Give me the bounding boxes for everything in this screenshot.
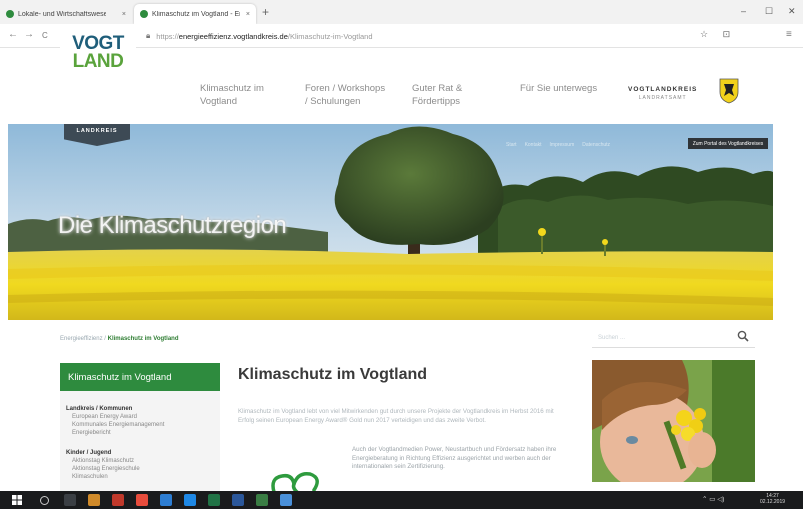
hero-banner: Die Klimaschutzregion Start Kontakt Impr…	[8, 124, 773, 320]
browser-tab[interactable]: Lokale- und Wirtschaftswesen - V... ×	[0, 4, 132, 24]
page-title: Klimaschutz im Vogtland	[238, 366, 428, 383]
tab-close-icon[interactable]: ×	[246, 11, 250, 18]
search-input[interactable]: Suchen ...	[598, 335, 625, 341]
app-icon[interactable]	[112, 494, 124, 506]
search-icon[interactable]	[737, 330, 749, 345]
menu-label: / Schulungen	[305, 96, 361, 107]
url-host: energieeffizienz.vogtlandkreis.de	[178, 31, 288, 41]
tab-title: Klimaschutz im Vogtland - Ene...	[152, 10, 240, 18]
clover-logo-icon	[271, 471, 319, 493]
tab-title: Lokale- und Wirtschaftswesen - V...	[18, 10, 106, 18]
lock-icon: 🔒︎	[146, 31, 151, 40]
body-text: Auch der Vogtlandmedien Power, Neustartb…	[352, 446, 557, 470]
logo-wordmark: VOGT LAND	[60, 30, 136, 76]
sidenav-item[interactable]: Aktionstag Energieschule	[72, 466, 140, 473]
sidenav-group-title[interactable]: Landkreis / Kommunen	[66, 406, 132, 413]
county-logo[interactable]: VOGTLANDKREIS LANDRATSAMT	[628, 86, 697, 102]
menu-label: Für Sie unterwegs	[520, 83, 598, 94]
menu-item-foren[interactable]: Foren / Workshops / Schulungen	[305, 82, 385, 108]
browser-menu-icon[interactable]: ≡	[786, 29, 792, 40]
sidenav-heading[interactable]: Klimaschutz im Vogtland	[60, 363, 220, 391]
taskbar-clock[interactable]: 14:27 02.12.2019	[760, 493, 785, 505]
system-tray[interactable]: ⌃ ▭ ◁)	[702, 495, 724, 503]
search-box[interactable]: Suchen ...	[592, 330, 755, 348]
menu-item-klimaschutz[interactable]: Klimaschutz im Vogtland	[200, 82, 264, 108]
sidenav-item[interactable]: European Energy Award	[72, 414, 137, 421]
new-tab-button[interactable]: +	[262, 5, 269, 19]
minimize-button[interactable]: –	[741, 6, 746, 16]
close-window-button[interactable]: ✕	[788, 6, 796, 17]
menu-label: Guter Rat &	[412, 83, 463, 94]
service-link[interactable]: Start	[506, 142, 517, 148]
sidenav-item[interactable]: Energiebericht	[72, 430, 111, 437]
menu-item-guter-rat[interactable]: Guter Rat & Fördertipps	[412, 82, 462, 108]
coat-of-arms-icon	[719, 78, 739, 104]
browser-tab-active[interactable]: Klimaschutz im Vogtland - Ene... ×	[134, 4, 256, 24]
file-explorer-icon[interactable]	[88, 494, 100, 506]
browser-tab-bar: Lokale- und Wirtschaftswesen - V... × Kl…	[0, 0, 803, 24]
breadcrumb-root[interactable]: Energieeffizienz	[60, 336, 103, 342]
edge-icon[interactable]	[160, 494, 172, 506]
county-name: VOGTLANDKREIS	[628, 86, 698, 93]
url-scheme: https://	[156, 31, 179, 41]
bookmark-icons[interactable]: ☆ ⊡	[700, 29, 736, 40]
clock-date: 02.12.2019	[760, 499, 786, 505]
tab-close-icon[interactable]: ×	[122, 11, 126, 18]
menu-label: Klimaschutz im	[200, 83, 264, 94]
child-with-flower-photo	[592, 360, 755, 482]
intro-text: Klimaschutz im Vogtland lebt von viel Mi…	[238, 408, 554, 424]
menu-item-unterwegs[interactable]: Für Sie unterwegs	[520, 82, 597, 95]
service-link[interactable]: Kontakt	[525, 142, 542, 148]
app-icon[interactable]	[136, 494, 148, 506]
service-link[interactable]: Datenschutz	[582, 142, 610, 148]
windows-start-icon[interactable]	[12, 495, 22, 505]
hero-title: Die Klimaschutzregion	[58, 212, 287, 239]
menu-label: Fördertipps	[412, 96, 461, 107]
browser-taskbar-icon[interactable]	[256, 494, 268, 506]
sidenav: Landkreis / Kommunen European Energy Awa…	[60, 391, 220, 491]
breadcrumb-current: Klimaschutz im Vogtland	[107, 336, 179, 342]
county-sub: LANDRATSAMT	[638, 95, 687, 101]
back-icon[interactable]: ←	[8, 29, 18, 40]
service-link[interactable]: Impressum	[550, 142, 575, 148]
reload-icon[interactable]: C	[42, 31, 48, 40]
site-favicon-icon	[140, 10, 148, 18]
menu-label: Vogtland	[200, 96, 237, 107]
word-icon[interactable]	[232, 494, 244, 506]
os-taskbar: ⌃ ▭ ◁) 14:27 02.12.2019	[0, 491, 803, 509]
site-favicon-icon	[6, 10, 14, 18]
address-bar[interactable]: 🔒︎ https:// energieeffizienz.vogtlandkre…	[136, 27, 696, 45]
sidenav-group-title[interactable]: Kinder / Jugend	[66, 450, 111, 457]
logo-line2: LAND	[72, 51, 124, 72]
outlook-icon[interactable]	[184, 494, 196, 506]
sidenav-item[interactable]: Kommunales Energiemanagement	[72, 422, 164, 429]
excel-icon[interactable]	[208, 494, 220, 506]
maximize-button[interactable]: ☐	[765, 6, 773, 17]
url-path: /Klimaschutz-im-Vogtland	[287, 31, 373, 41]
breadcrumb: Energieeffizienz / Klimaschutz im Vogtla…	[60, 336, 179, 342]
menu-label: Foren / Workshops	[305, 83, 386, 94]
search-icon[interactable]	[40, 496, 49, 505]
service-links: Start Kontakt Impressum Datenschutz	[506, 142, 610, 148]
task-view-icon[interactable]	[64, 494, 76, 506]
app-icon[interactable]	[280, 494, 292, 506]
forward-icon[interactable]: →	[24, 29, 34, 40]
sidenav-item[interactable]: Aktionstag Klimaschutz	[72, 458, 134, 465]
portal-button[interactable]: Zum Portal des Vogtlandkreises	[688, 138, 768, 149]
sidenav-item[interactable]: Klimaschulen	[72, 474, 108, 481]
